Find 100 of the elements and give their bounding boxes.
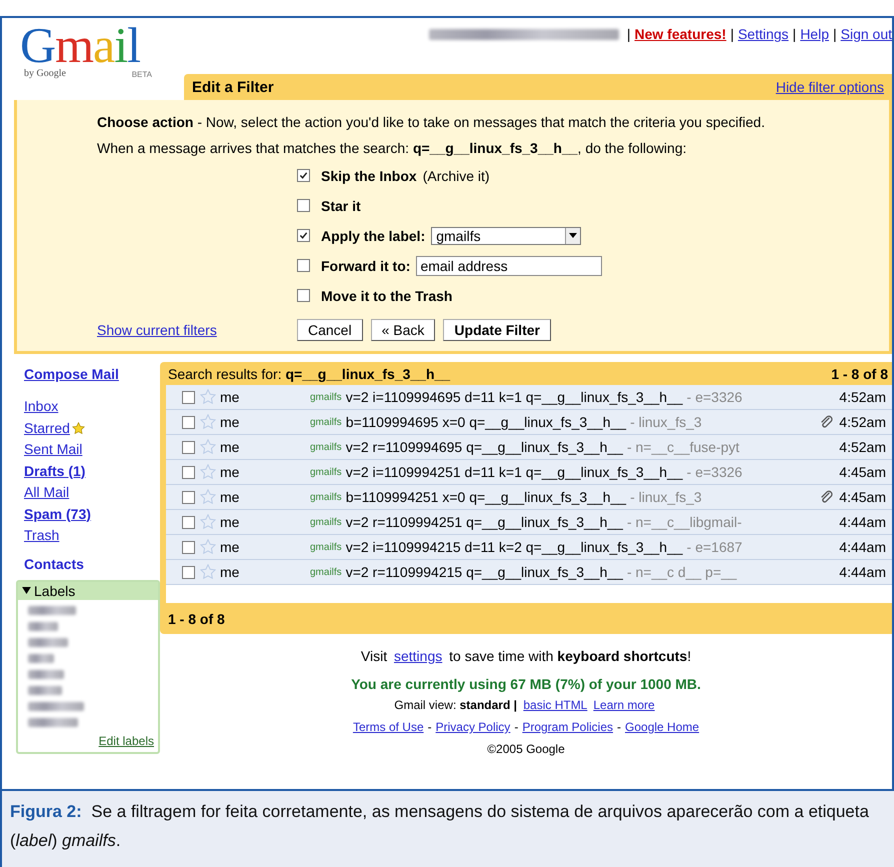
- hide-filter-link[interactable]: Hide filter options: [776, 79, 884, 95]
- snippet: - n=__c__fuse-pyt: [626, 439, 740, 455]
- footer-link[interactable]: Terms of Use: [352, 720, 424, 734]
- action-label: Move it to the Trash: [321, 288, 452, 304]
- star-icon[interactable]: [200, 564, 216, 580]
- filter-button[interactable]: Update Filter: [443, 319, 551, 341]
- star-icon[interactable]: [200, 464, 216, 480]
- header-link[interactable]: Sign out: [840, 26, 892, 42]
- message-time: 4:44am: [838, 514, 887, 530]
- edit-labels-link[interactable]: Edit labels: [98, 734, 154, 748]
- star-icon[interactable]: [200, 489, 216, 505]
- message-row[interactable]: me gmailfs v=2 i=1109994695 d=11 k=1 q=__g__linux_fs_3__h__ - e=3326 4:52am: [166, 385, 892, 410]
- sender: me: [220, 414, 240, 430]
- settings-link[interactable]: settings: [394, 648, 442, 664]
- folder-link[interactable]: Sent Mail: [24, 439, 160, 460]
- checkbox[interactable]: [297, 259, 310, 272]
- subject: b=1109994695 x=0 q=__g__linux_fs_3__h__: [346, 414, 626, 430]
- email-input-field[interactable]: email address: [416, 256, 602, 276]
- message-time: 4:52am: [838, 389, 887, 405]
- checkbox[interactable]: [182, 516, 195, 528]
- footer-link[interactable]: Privacy Policy: [436, 720, 510, 734]
- folder-link[interactable]: Drafts (1): [24, 460, 160, 482]
- checkbox[interactable]: [182, 440, 195, 454]
- folder-link[interactable]: All Mail: [24, 482, 160, 504]
- filter-button[interactable]: Cancel: [297, 319, 363, 341]
- checkbox[interactable]: [182, 416, 195, 428]
- blurred-label: [28, 718, 78, 726]
- star-icon[interactable]: [200, 514, 216, 530]
- message-row[interactable]: me gmailfs b=1109994251 x=0 q=__g__linux_fs_3__h__ - linux_fs_3 4:45am: [166, 485, 892, 510]
- label-dropdown[interactable]: gmailfs: [431, 226, 582, 244]
- separator: -: [428, 720, 432, 734]
- sender: me: [220, 439, 240, 455]
- separator: |: [792, 26, 796, 42]
- blurred-label: [28, 686, 62, 694]
- checkbox[interactable]: [297, 199, 310, 212]
- checkbox[interactable]: [182, 540, 195, 554]
- folder-link[interactable]: Starred: [24, 418, 160, 439]
- action-label: Star it: [321, 198, 361, 214]
- results-heading: Search results for: q=__g__linux_fs_3__h__: [168, 366, 450, 382]
- header-link[interactable]: New features!: [634, 26, 726, 42]
- logo-byline: by Google: [24, 68, 66, 79]
- show-filters-link[interactable]: Show current filters: [97, 322, 297, 338]
- snippet: - n=__c d__ p=__: [626, 564, 738, 580]
- checkbox[interactable]: [297, 289, 310, 302]
- snippet: - e=3326: [686, 389, 744, 405]
- gmail-logo: Gmail: [20, 22, 140, 68]
- sender: me: [220, 489, 240, 505]
- separator: -: [514, 720, 518, 734]
- view-link[interactable]: basic HTML: [523, 698, 588, 712]
- checkbox[interactable]: [297, 229, 310, 242]
- subject: v=2 i=1109994695 d=11 k=1 q=__g__linux_fs_3__h__: [346, 389, 683, 405]
- beta-label: BETA: [132, 70, 152, 79]
- blurred-label: [28, 622, 58, 630]
- storage-usage-text: You are currently using 67 MB (7%) of your 1000 MB.: [350, 676, 702, 692]
- snippet: - linux_fs_3: [630, 414, 703, 430]
- search-criteria-text: When a message arrives that matches the search: q=__g__linux_fs_3__h__, do the following:: [97, 140, 688, 156]
- labels-header[interactable]: Labels: [18, 582, 158, 600]
- label-tag: gmailfs: [310, 492, 342, 502]
- folder-link[interactable]: Inbox: [24, 396, 160, 418]
- contacts-link[interactable]: Contacts: [24, 556, 160, 572]
- footer-link[interactable]: Program Policies: [522, 720, 614, 734]
- message-row[interactable]: me gmailfs v=2 r=1109994251 q=__g__linux_fs_3__h__ - n=__c__libgmail- 4:44am: [166, 510, 892, 535]
- label-tag: gmailfs: [310, 416, 342, 428]
- separator: |: [832, 26, 837, 42]
- filter-button[interactable]: « Back: [370, 319, 436, 341]
- checkbox[interactable]: [182, 566, 195, 578]
- message-row[interactable]: me gmailfs v=2 i=1109994251 d=11 k=1 q=__g__linux_fs_3__h__ - e=3326 4:45am: [166, 460, 892, 485]
- star-icon[interactable]: [200, 539, 216, 555]
- message-time: 4:52am: [838, 439, 887, 455]
- compose-link[interactable]: Compose Mail: [24, 366, 160, 382]
- checkbox[interactable]: [182, 390, 195, 404]
- checkbox[interactable]: [182, 466, 195, 478]
- star-icon[interactable]: [200, 439, 216, 455]
- label-tag: gmailfs: [310, 542, 342, 552]
- label-tag: gmailfs: [310, 516, 342, 528]
- action-label: Skip the Inbox: [321, 168, 417, 184]
- label-tag: gmailfs: [310, 392, 342, 402]
- footer-link[interactable]: Google Home: [625, 720, 700, 734]
- message-row[interactable]: me gmailfs v=2 i=1109994215 d=11 k=2 q=__g__linux_fs_3__h__ - e=1687 4:44am: [166, 535, 892, 560]
- subject: v=2 i=1109994251 d=11 k=1 q=__g__linux_fs_3__h__: [346, 464, 683, 480]
- view-link[interactable]: Learn more: [593, 698, 655, 712]
- sender: me: [220, 464, 240, 480]
- message-row[interactable]: me gmailfs b=1109994695 x=0 q=__g__linux_fs_3__h__ - linux_fs_3 4:52am: [166, 410, 892, 435]
- header-link[interactable]: Help: [800, 26, 829, 42]
- message-row[interactable]: me gmailfs v=2 r=1109994215 q=__g__linux_fs_3__h__ - n=__c d__ p=__ 4:44am: [166, 560, 892, 585]
- star-icon[interactable]: [200, 414, 216, 430]
- blurred-label: [28, 670, 64, 678]
- checkbox[interactable]: [182, 490, 195, 504]
- checkbox[interactable]: [297, 169, 310, 182]
- message-time: 4:44am: [838, 564, 887, 580]
- subject: v=2 r=1109994695 q=__g__linux_fs_3__h__: [346, 439, 623, 455]
- folder-link[interactable]: Spam (73): [24, 504, 160, 525]
- folder-link[interactable]: Trash: [24, 525, 160, 546]
- shortcuts-text: Visit settings to save time with keyboard shortcuts!: [360, 648, 692, 664]
- header-link[interactable]: Settings: [738, 26, 789, 42]
- subject: v=2 r=1109994215 q=__g__linux_fs_3__h__: [346, 564, 623, 580]
- star-icon[interactable]: [200, 389, 216, 405]
- labels-title: Labels: [34, 582, 76, 598]
- action-label: Apply the label:: [321, 228, 426, 244]
- message-row[interactable]: me gmailfs v=2 r=1109994695 q=__g__linux_fs_3__h__ - n=__c__fuse-pyt 4:52am: [166, 435, 892, 460]
